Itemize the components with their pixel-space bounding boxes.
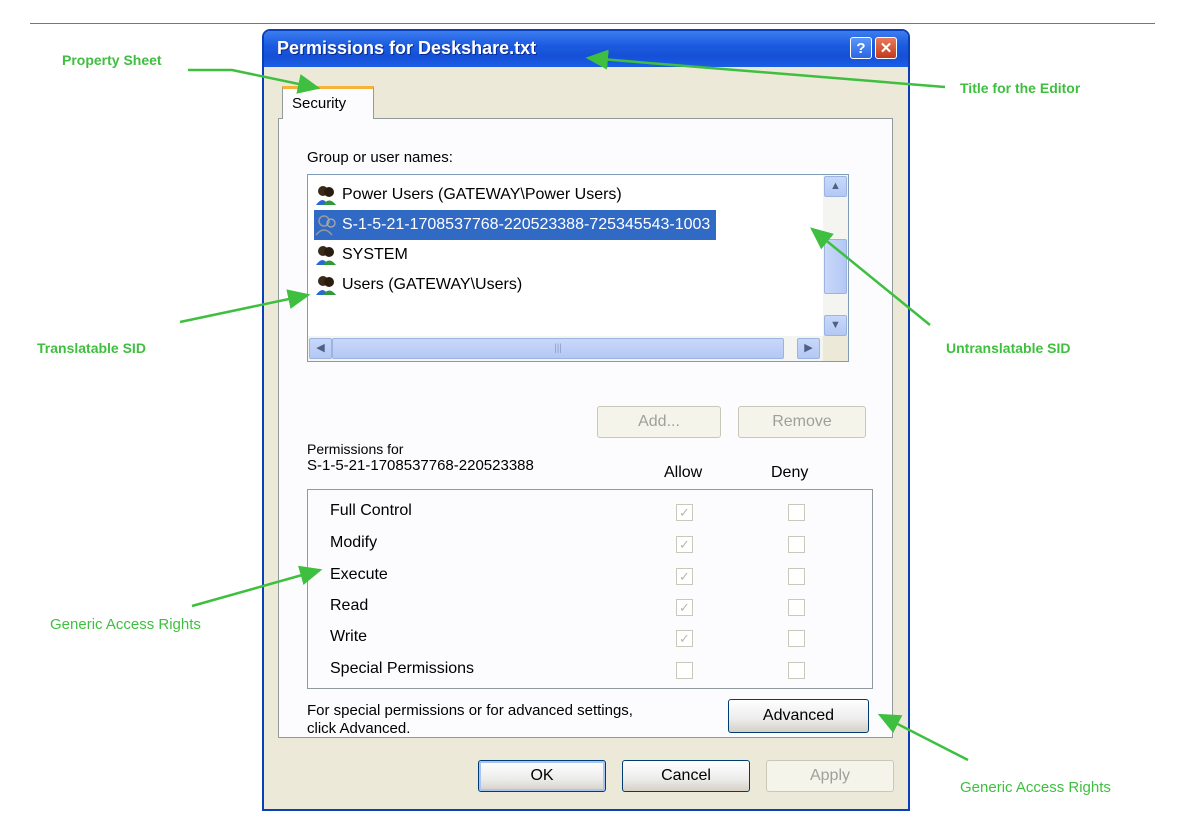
horizontal-scroll-thumb[interactable]: ||| [332,338,784,359]
vertical-scrollbar[interactable]: ▲ ▼ [823,175,848,337]
scroll-up-icon[interactable]: ▲ [824,176,847,197]
allow-special-checkbox[interactable] [676,662,693,679]
permission-execute: Execute [330,566,388,583]
annotation-generic-access-rights-right: Generic Access Rights [960,779,1111,796]
deny-special-checkbox[interactable] [788,662,805,679]
window-title: Permissions for Deskshare.txt [277,38,537,58]
close-icon[interactable]: ✕ [875,37,897,59]
annotation-title-for-editor: Title for the Editor [960,80,1081,96]
list-item-label: SYSTEM [342,246,408,263]
permission-special: Special Permissions [330,660,475,677]
group-icon [316,186,336,205]
deny-full-control-checkbox[interactable] [788,504,805,521]
unknown-user-icon [315,215,336,236]
group-label: Group or user names: [307,149,453,166]
ok-button[interactable]: OK [478,760,606,792]
allow-full-control-checkbox[interactable]: ✓ [676,504,693,521]
list-item-label: S-1-5-21-1708537768-220523388-725345543-… [342,216,711,233]
list-item-selected[interactable]: S-1-5-21-1708537768-220523388-725345543-… [314,210,717,240]
annotation-generic-access-rights-left: Generic Access Rights [50,616,201,633]
permissions-header-line1: Permissions for [307,441,404,457]
group-icon [316,246,336,265]
group-user-list[interactable]: Power Users (GATEWAY\Power Users) S-1-5-… [307,174,849,362]
list-item[interactable]: Users (GATEWAY\Users) [314,270,522,300]
allow-execute-checkbox[interactable]: ✓ [676,568,693,585]
advanced-button[interactable]: Advanced [728,699,869,733]
deny-execute-checkbox[interactable] [788,568,805,585]
list-item[interactable]: SYSTEM [314,240,408,270]
allow-write-checkbox[interactable]: ✓ [676,630,693,647]
cancel-button[interactable]: Cancel [622,760,750,792]
deny-modify-checkbox[interactable] [788,536,805,553]
scroll-down-icon[interactable]: ▼ [824,315,847,336]
security-tab-panel: Group or user names: Power Users (GATEWA… [278,118,893,738]
deny-column-header: Deny [771,464,809,481]
list-item-label: Power Users (GATEWAY\Power Users) [342,186,622,203]
title-bar[interactable]: Permissions for Deskshare.txt ? ✕ [264,31,908,67]
list-item-label: Users (GATEWAY\Users) [342,276,523,293]
deny-read-checkbox[interactable] [788,599,805,616]
allow-read-checkbox[interactable]: ✓ [676,599,693,616]
list-item[interactable]: Power Users (GATEWAY\Power Users) [314,180,622,210]
deny-write-checkbox[interactable] [788,630,805,647]
scroll-left-icon[interactable]: ◀ [309,338,332,359]
permission-read: Read [330,597,369,614]
horizontal-scrollbar[interactable]: ◀ ||| ▶ [308,336,823,361]
permissions-list: Full Control ✓ Modify ✓ Execute ✓ Read ✓… [307,489,873,689]
group-icon [316,276,336,295]
scroll-corner [823,336,848,361]
vertical-scroll-thumb[interactable] [824,239,847,294]
help-icon[interactable]: ? [850,37,872,59]
permissions-dialog: Permissions for Deskshare.txt ? ✕ Group … [262,29,910,811]
annotation-property-sheet: Property Sheet [62,52,162,68]
permission-full-control: Full Control [330,502,412,519]
annotation-untranslatable-sid: Untranslatable SID [946,340,1071,356]
permissions-header-sid: S-1-5-21-1708537768-220523388 [307,457,534,474]
add-button[interactable]: Add... [597,406,721,438]
scroll-right-icon[interactable]: ▶ [797,338,820,359]
top-rule [30,23,1155,24]
allow-column-header: Allow [664,464,703,481]
annotation-translatable-sid: Translatable SID [37,340,146,356]
tab-security[interactable]: Security [282,86,374,119]
allow-modify-checkbox[interactable]: ✓ [676,536,693,553]
remove-button[interactable]: Remove [738,406,866,438]
advanced-note-line2: click Advanced. [307,720,411,737]
advanced-note-line1: For special permissions or for advanced … [307,702,633,719]
apply-button[interactable]: Apply [766,760,894,792]
permission-modify: Modify [330,534,378,551]
permission-write: Write [330,628,368,645]
